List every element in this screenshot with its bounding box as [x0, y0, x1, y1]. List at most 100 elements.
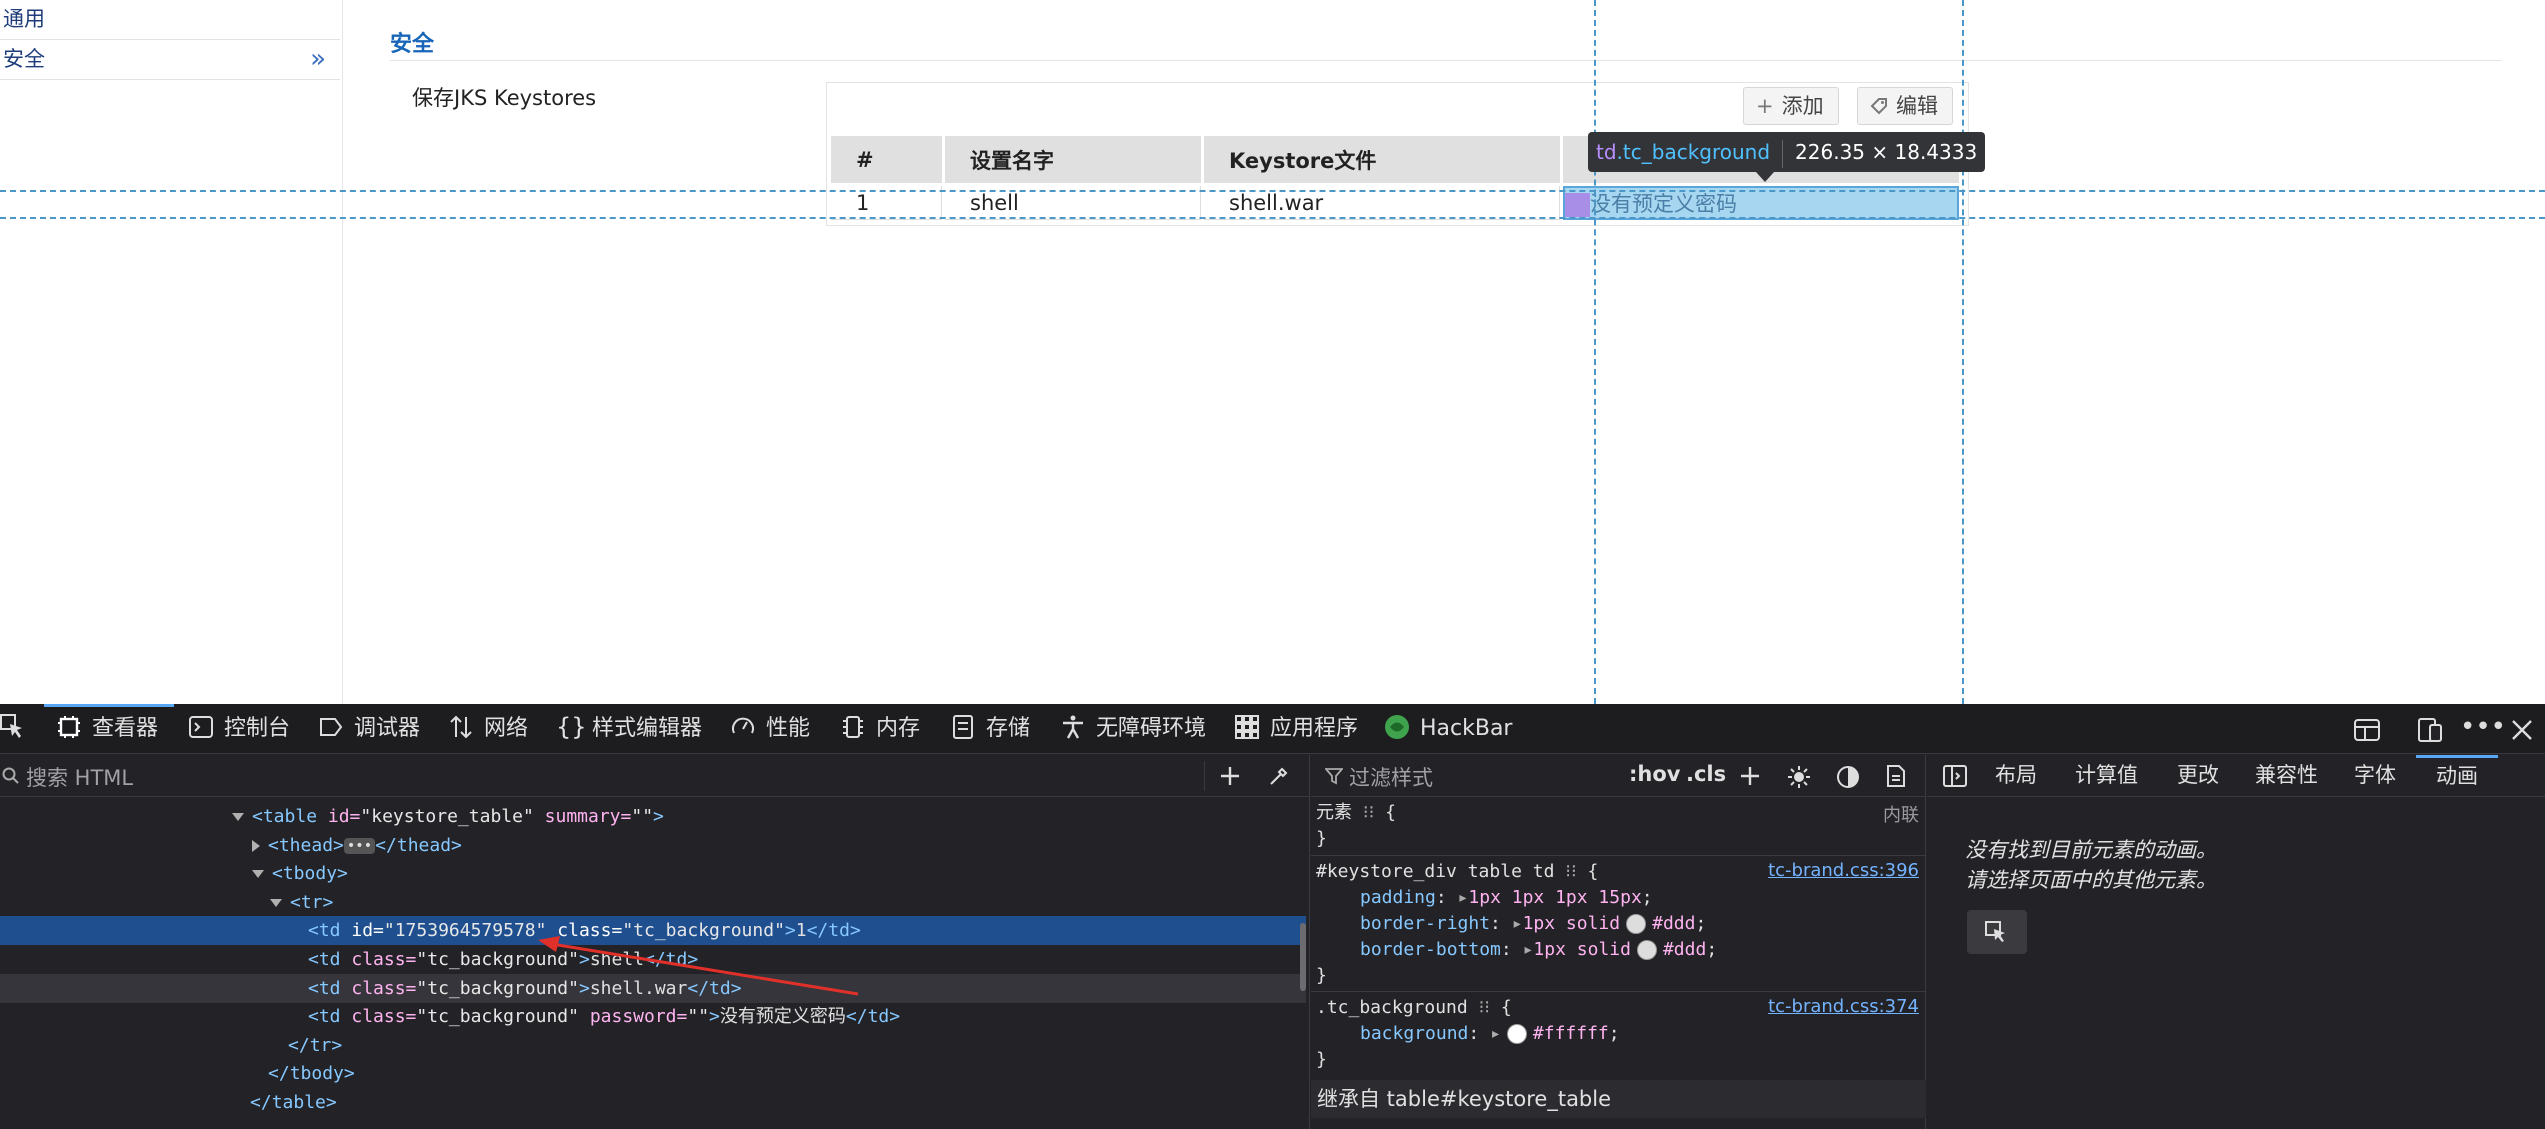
padding-overlay — [1565, 193, 1590, 217]
rule-declaration[interactable]: padding: ▸1px 1px 1px 15px; — [1316, 885, 1653, 911]
dock-layout-icon[interactable] — [2353, 716, 2381, 744]
gauge-icon — [732, 717, 754, 734]
guide-line-vertical-right — [1962, 0, 1964, 704]
message-line: 没有找到目前元素的动画。 — [1965, 838, 2217, 862]
tab-hackbar[interactable]: HackBar — [1384, 704, 1512, 754]
tab-label: 查看器 — [92, 716, 159, 741]
html-search-bar[interactable]: 搜索 HTML — [0, 755, 1310, 797]
rule-declaration[interactable]: border-bottom: ▸1px solid #ddd; — [1316, 937, 1717, 963]
col-header-name[interactable]: 设置名字 — [945, 136, 1201, 186]
plus-icon: + — [1756, 94, 1774, 118]
rule-declaration[interactable]: border-right: ▸1px solid #ddd; — [1316, 911, 1706, 937]
color-swatch[interactable] — [1636, 940, 1657, 960]
memory-chip-icon — [843, 716, 863, 738]
more-options-icon[interactable]: ••• — [2460, 714, 2506, 744]
rule-source-link[interactable]: tc-brand.css:396 — [1768, 860, 1919, 881]
twisty-open-icon — [232, 813, 244, 821]
side-tab-computed[interactable]: 计算值 — [2075, 755, 2138, 797]
rule-element-origin: 内联 — [1883, 805, 1919, 826]
tab-label: 无障碍环境 — [1096, 716, 1207, 741]
tab-accessibility[interactable]: 无障碍环境 — [1060, 704, 1206, 754]
infobar-separator — [1782, 139, 1784, 168]
element-picker-button[interactable] — [0, 704, 36, 754]
eyedropper-icon[interactable] — [1268, 765, 1290, 787]
edit-button-label: 编辑 — [1896, 94, 1938, 118]
tree-node-tbody-close: </tbody> — [268, 1063, 355, 1084]
side-tab-changes[interactable]: 更改 — [2177, 755, 2219, 797]
side-tab-compatibility[interactable]: 兼容性 — [2255, 755, 2318, 797]
tab-memory[interactable]: 内存 — [840, 704, 920, 754]
cls-toggle[interactable]: .cls — [1686, 762, 1726, 786]
nav-item-general[interactable]: 通用 — [0, 0, 340, 40]
tab-label: 控制台 — [224, 716, 291, 741]
toggle-sidebar-icon[interactable] — [1943, 765, 1967, 787]
rule-selector[interactable]: #keystore_div table td ⁝⁝ { — [1316, 859, 1598, 885]
color-swatch[interactable] — [1506, 1024, 1527, 1044]
pick-element-button[interactable] — [1967, 910, 2027, 954]
debugger-icon — [320, 718, 343, 736]
close-icon[interactable] — [2508, 716, 2536, 744]
tab-inspector[interactable]: 查看器 — [44, 704, 174, 754]
element-infobar: td.tc_background 226.35 × 18.4333 — [1588, 132, 1986, 172]
tree-node-table[interactable]: <table id="keystore_table" summary=""> — [0, 802, 1306, 831]
tree-node-table-close: </table> — [250, 1092, 337, 1113]
rule-selector[interactable]: .tc_background ⁝⁝ { — [1316, 995, 1512, 1021]
dark-mode-contrast-icon[interactable] — [1836, 765, 1860, 789]
add-rule-icon[interactable] — [1739, 765, 1761, 787]
section-title: 安全 — [390, 32, 435, 57]
accessibility-person-icon — [1063, 715, 1083, 739]
tab-debugger[interactable]: 调试器 — [318, 704, 420, 754]
col-header-file[interactable]: Keystore文件 — [1204, 136, 1560, 186]
rule-brace-close: } — [1316, 828, 1327, 849]
side-tabs: 布局 计算值 更改 兼容性 字体 动画 — [1927, 755, 2545, 797]
nav-item-label: 通用 — [3, 7, 45, 31]
side-tab-animations[interactable]: 动画 — [2416, 755, 2498, 797]
devtools-toolbar: 查看器 控制台 调试器 网络 {} 样式编辑器 性能 内存 存储 无障碍环境 应用… — [0, 704, 2545, 754]
keystores-label: 保存JKS Keystores — [412, 86, 597, 110]
infobar-class: .tc_background — [1616, 140, 1771, 164]
tab-performance[interactable]: 性能 — [730, 704, 810, 754]
double-chevron-right-icon: » — [310, 44, 326, 74]
side-tab-layout[interactable]: 布局 — [1995, 755, 2037, 797]
tab-style-editor[interactable]: {} 样式编辑器 — [556, 704, 702, 754]
guide-line-vertical-left — [1594, 0, 1596, 704]
rule-element-selector[interactable]: 元素 ⁝⁝ { — [1316, 800, 1396, 826]
collapsed-ellipsis[interactable]: ••• — [343, 838, 376, 854]
rule-source-link[interactable]: tc-brand.css:374 — [1768, 996, 1919, 1017]
network-arrows-icon — [450, 715, 472, 739]
edit-button[interactable]: 编辑 — [1857, 87, 1953, 125]
rule-brace-close: } — [1316, 965, 1327, 986]
tree-node-thead[interactable]: <thead> ••• </thead> — [0, 831, 1306, 860]
add-node-icon[interactable] — [1219, 765, 1241, 787]
tab-console[interactable]: 控制台 — [188, 704, 290, 754]
message-line: 请选择页面中的其他元素。 — [1965, 868, 2217, 892]
tab-label: 内存 — [876, 716, 921, 741]
light-mode-sun-icon[interactable] — [1787, 765, 1811, 789]
styles-filter-input[interactable]: 过滤样式 — [1349, 762, 1433, 792]
search-icon — [2, 767, 19, 784]
color-swatch[interactable] — [1626, 914, 1647, 934]
add-button[interactable]: + 添加 — [1743, 87, 1839, 125]
side-pane: 布局 计算值 更改 兼容性 字体 动画 没有找到目前元素的动画。 请选择页面中的… — [1927, 755, 2545, 1129]
tree-node-tbody[interactable]: <tbody> — [0, 859, 1306, 888]
braces-icon: {} — [556, 713, 587, 741]
responsive-design-icon[interactable] — [2416, 716, 2444, 744]
tab-label: 应用程序 — [1270, 716, 1359, 741]
tab-network[interactable]: 网络 — [448, 704, 528, 754]
guide-line-horizontal-bottom — [0, 217, 2545, 219]
hov-toggle[interactable]: :hov — [1629, 762, 1680, 786]
col-header-num[interactable]: # — [831, 136, 942, 186]
rule-declaration[interactable]: background: ▸ #ffffff; — [1316, 1021, 1620, 1047]
inherited-section-header: 继承自 table#keystore_table — [1311, 1080, 1926, 1118]
html-search-input[interactable]: 搜索 HTML — [26, 762, 133, 792]
cursor-picker-icon — [0, 714, 22, 738]
side-tab-fonts[interactable]: 字体 — [2354, 755, 2396, 797]
tab-storage[interactable]: 存储 — [950, 704, 1030, 754]
print-media-document-icon[interactable] — [1885, 764, 1907, 788]
nav-item-security[interactable]: 安全 » — [0, 40, 340, 80]
tree-node-tr[interactable]: <tr> — [0, 888, 1306, 917]
html-tree-scrollbar[interactable] — [1300, 923, 1306, 991]
twisty-open-icon — [270, 899, 282, 907]
guide-line-horizontal-top — [0, 190, 2545, 192]
tab-application[interactable]: 应用程序 — [1234, 704, 1358, 754]
